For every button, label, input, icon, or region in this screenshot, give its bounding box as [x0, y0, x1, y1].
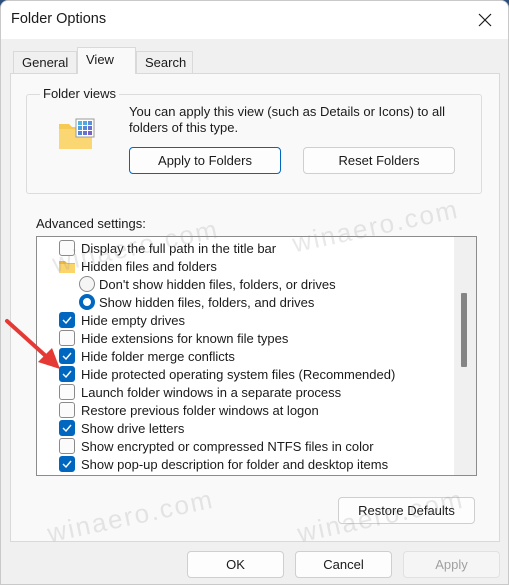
setting-row[interactable]: Show hidden files, folders, and drives [79, 293, 314, 311]
close-button[interactable] [462, 1, 508, 39]
setting-row[interactable]: Restore previous folder windows at logon [59, 401, 319, 419]
checkbox-checked[interactable] [59, 312, 75, 328]
tab-general[interactable]: General [13, 51, 77, 73]
ok-button[interactable]: OK [187, 551, 284, 578]
checkbox[interactable] [59, 330, 75, 346]
checkbox[interactable] [59, 438, 75, 454]
setting-label: Hide empty drives [81, 312, 186, 328]
apply-to-folders-button[interactable]: Apply to Folders [129, 147, 281, 174]
checkbox-checked[interactable] [59, 366, 75, 382]
checkbox[interactable] [59, 402, 75, 418]
scrollbar-thumb[interactable] [461, 293, 467, 367]
setting-row[interactable]: Show drive letters [59, 419, 184, 437]
setting-row[interactable]: Show pop-up description for folder and d… [59, 455, 388, 473]
checkbox[interactable] [59, 384, 75, 400]
folder-views-description: You can apply this view (such as Details… [129, 104, 446, 135]
setting-label: Hide folder merge conflicts [81, 348, 235, 364]
tab-view[interactable]: View [77, 47, 136, 74]
setting-row[interactable]: Show encrypted or compressed NTFS files … [59, 437, 374, 455]
folder-options-dialog: Folder Options General View Search Folde… [0, 0, 509, 585]
title-bar: Folder Options [1, 1, 508, 39]
setting-label: Display the full path in the title bar [81, 240, 277, 256]
restore-defaults-button[interactable]: Restore Defaults [338, 497, 475, 524]
setting-label: Hide extensions for known file types [81, 330, 289, 346]
setting-row[interactable]: Display the full path in the title bar [59, 239, 276, 257]
advanced-settings-label: Advanced settings: [36, 216, 146, 231]
setting-label: Launch folder windows in a separate proc… [81, 384, 342, 400]
setting-row: Hidden files and folders [59, 257, 217, 275]
folder-view-icon [59, 118, 95, 149]
setting-label: Show hidden files, folders, and drives [99, 294, 315, 310]
tab-search[interactable]: Search [136, 51, 193, 73]
cancel-button[interactable]: Cancel [295, 551, 392, 578]
scrollbar[interactable] [454, 237, 476, 475]
setting-label: Show drive letters [81, 420, 185, 436]
advanced-settings-list: Display the full path in the title bar Hi… [36, 236, 477, 476]
folder-icon [59, 260, 75, 273]
radio-button[interactable] [79, 276, 95, 292]
setting-label: Restore previous folder windows at logon [81, 402, 319, 418]
close-icon [478, 13, 492, 27]
window-title: Folder Options [11, 11, 107, 27]
folder-views-label: Folder views [40, 86, 119, 101]
checkbox[interactable] [59, 240, 75, 256]
setting-label: Show encrypted or compressed NTFS files … [81, 438, 374, 454]
setting-row[interactable]: Launch folder windows in a separate proc… [59, 383, 341, 401]
setting-label: Don't show hidden files, folders, or dri… [99, 276, 336, 292]
radio-selected[interactable] [79, 294, 95, 310]
apply-button[interactable]: Apply [403, 551, 500, 578]
setting-label: Show pop-up description for folder and d… [81, 456, 389, 472]
setting-label: Hidden files and folders [81, 258, 217, 274]
setting-row[interactable]: Hide extensions for known file types [59, 329, 288, 347]
checkbox-checked[interactable] [59, 456, 75, 472]
setting-row[interactable]: Hide folder merge conflicts [59, 347, 235, 365]
setting-label: Hide protected operating system files (R… [81, 366, 396, 382]
reset-folders-button[interactable]: Reset Folders [303, 147, 455, 174]
setting-row[interactable]: Don't show hidden files, folders, or dri… [79, 275, 336, 293]
setting-row[interactable]: Hide empty drives [59, 311, 185, 329]
setting-row[interactable]: Hide protected operating system files (R… [59, 365, 395, 383]
checkbox-checked[interactable] [59, 348, 75, 364]
checkbox-checked[interactable] [59, 420, 75, 436]
